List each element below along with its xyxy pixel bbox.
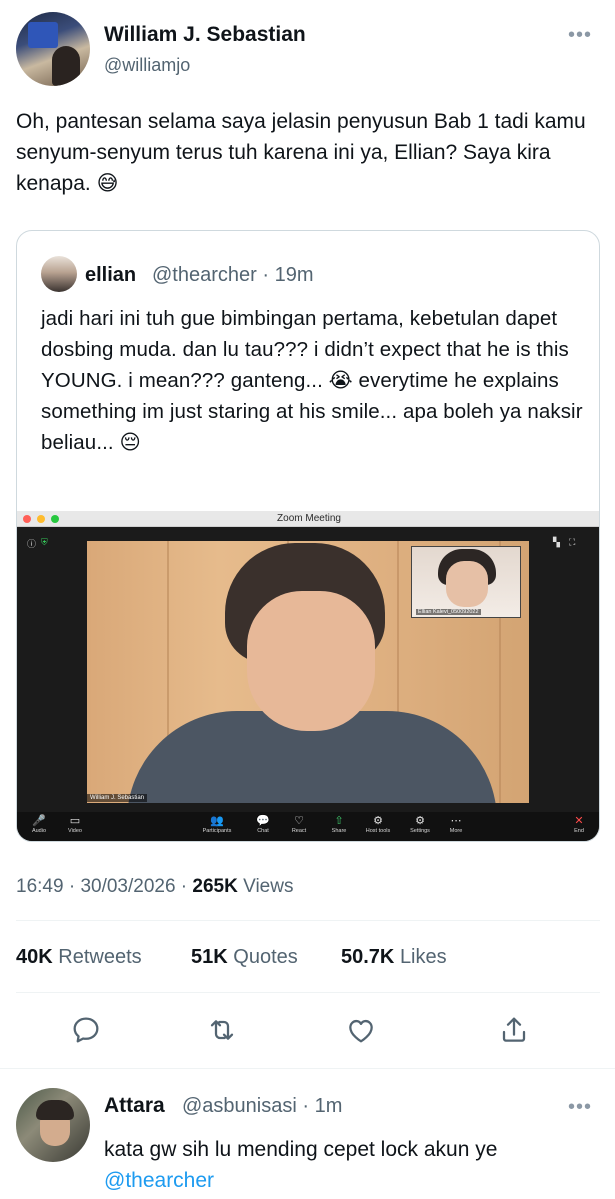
reply-icon[interactable] <box>70 1014 102 1046</box>
thumbnail-name-tag: Ellian Kalevi_050092022 <box>416 609 481 615</box>
zoom-participants-button[interactable]: 👥 Participants <box>197 814 237 834</box>
self-video-thumbnail: Ellian Kalevi_050092022 <box>411 546 521 618</box>
zoom-shield-icon: ⛨ <box>41 537 48 547</box>
reply-mention-link[interactable]: @thearcher <box>104 1169 214 1192</box>
views-count: 265K <box>192 876 238 897</box>
person-face-shape <box>247 591 375 731</box>
quoted-author-handle[interactable]: @thearcher · 19m <box>152 264 313 287</box>
zoom-host-tools-button[interactable]: ⚙ Host tools <box>361 814 395 834</box>
zoom-react-button[interactable]: ♡ React <box>287 814 311 834</box>
quoted-tweet[interactable]: ellian @thearcher · 19m jadi hari ini tu… <box>16 230 600 842</box>
tweet-date: 30/03/2026 <box>80 876 176 897</box>
quoted-author-name[interactable]: ellian <box>85 264 136 287</box>
divider <box>16 920 600 921</box>
zoom-audio-button[interactable]: 🎤 Audio <box>27 814 51 834</box>
zoom-end-button[interactable]: ✕ End <box>569 814 589 834</box>
zoom-info-icon: ⓘ <box>27 539 37 549</box>
more-options-icon[interactable]: ••• <box>568 24 592 47</box>
quotes-stat[interactable]: 51K Quotes <box>191 946 298 969</box>
reply-text: kata gw sih lu mending cepet lock akun y… <box>104 1138 498 1192</box>
zoom-window-title: Zoom Meeting <box>277 513 341 524</box>
zoom-more-button[interactable]: ⋯ More <box>445 814 467 834</box>
reply-author-avatar[interactable] <box>16 1088 90 1162</box>
zoom-chat-button[interactable]: 💬 Chat <box>251 814 275 834</box>
avatar-figure-shape <box>52 46 80 86</box>
zoom-view-icon: ▚ <box>553 537 560 547</box>
tweet-timestamp: 16:49 · 30/03/2026 · 265K Views <box>16 876 294 897</box>
zoom-toolbar: 🎤 Audio ▭ Video 👥 Participants 💬 Chat ♡ React… <box>17 812 599 841</box>
divider <box>0 1068 615 1069</box>
author-avatar[interactable] <box>16 12 90 86</box>
like-icon[interactable] <box>345 1014 377 1046</box>
retweets-stat[interactable]: 40K Retweets <box>16 946 142 969</box>
share-icon[interactable] <box>498 1014 530 1046</box>
reply-more-options-icon[interactable]: ••• <box>568 1096 592 1119</box>
zoom-titlebar: Zoom Meeting <box>17 511 599 527</box>
quoted-author-avatar[interactable] <box>41 256 77 292</box>
quoted-tweet-text: jadi hari ini tuh gue bimbingan pertama,… <box>41 307 583 454</box>
author-handle[interactable]: @williamjo <box>104 55 190 76</box>
author-name[interactable]: William J. Sebastian <box>104 23 306 47</box>
reply-author-name[interactable]: Attara <box>104 1094 165 1118</box>
likes-stat[interactable]: 50.7K Likes <box>341 946 447 969</box>
reply-author-handle[interactable]: @asbunisasi · 1m <box>182 1095 342 1118</box>
engagement-stats: 40K Retweets 51K Quotes 50.7K Likes <box>16 946 600 976</box>
zoom-fullscreen-icon: ⛶ <box>569 537 576 547</box>
zoom-video-button[interactable]: ▭ Video <box>63 814 87 834</box>
views-label: Views <box>243 876 294 897</box>
main-video-name-tag: William J. Sebastian <box>87 794 148 802</box>
zoom-settings-button[interactable]: ⚙ Settings <box>407 814 433 834</box>
retweet-icon[interactable] <box>206 1014 238 1046</box>
avatar-window-shape <box>28 22 58 48</box>
tweet-text: Oh, pantesan selama saya jelasin penyusu… <box>16 110 586 195</box>
tweet-time: 16:49 <box>16 876 64 897</box>
zoom-meeting-image[interactable]: Zoom Meeting ⓘ ⛨ ▚ ⛶ William J. Sebastia… <box>17 511 599 841</box>
divider <box>16 992 600 993</box>
zoom-share-button[interactable]: ⇧ Share <box>327 814 351 834</box>
